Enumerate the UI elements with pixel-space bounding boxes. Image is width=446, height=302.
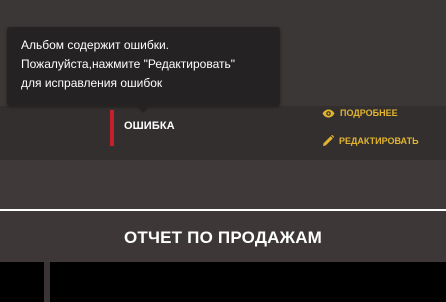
report-content-area <box>0 262 446 302</box>
tooltip-line-2: Пожалуйста,нажмите "Редактировать" <box>21 57 236 71</box>
section-title: ОТЧЕТ ПО ПРОДАЖАМ <box>123 228 323 247</box>
details-link[interactable]: ПОДРОБНЕЕ <box>322 108 398 118</box>
tooltip-line-1: Альбом содержит ошибки. <box>21 38 170 52</box>
edit-link[interactable]: РЕДАКТИРОВАТЬ <box>322 135 419 147</box>
section-header: ОТЧЕТ ПО ПРОДАЖАМ <box>0 209 446 262</box>
eye-icon <box>322 109 335 117</box>
tooltip-line-3: для исправления ошибок <box>21 76 163 90</box>
tooltip-arrow <box>136 106 150 113</box>
column-divider <box>44 262 50 302</box>
edit-label: РЕДАКТИРОВАТЬ <box>339 136 419 146</box>
details-label: ПОДРОБНЕЕ <box>340 108 398 118</box>
pencil-icon <box>323 135 334 146</box>
error-tooltip: Альбом содержит ошибки. Пожалуйста,нажми… <box>7 27 280 106</box>
album-status-label: ОШИБКА <box>124 120 175 132</box>
error-status-marker <box>110 110 114 146</box>
page-background <box>0 160 446 209</box>
